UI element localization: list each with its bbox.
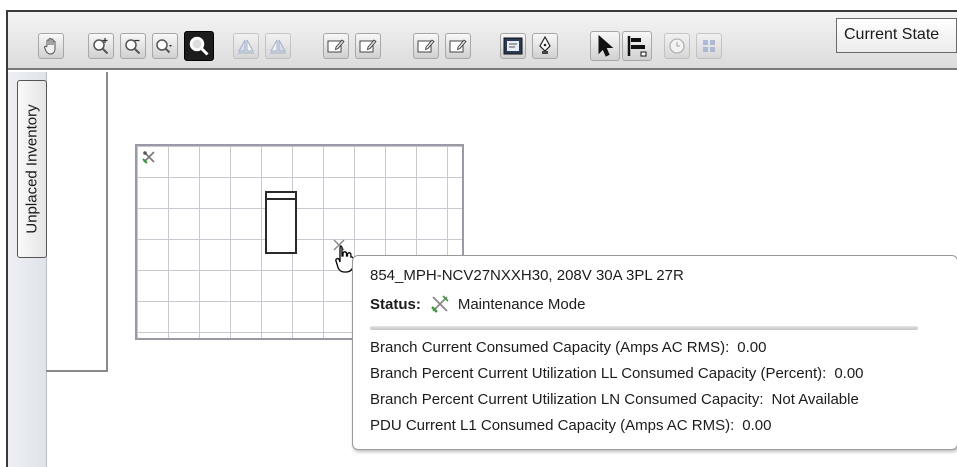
status-label: Status: — [370, 295, 421, 313]
maintenance-icon[interactable] — [142, 150, 156, 164]
zoom-out-icon[interactable] — [120, 33, 146, 59]
zoom-dropdown-icon[interactable] — [152, 33, 178, 59]
maintenance-mode-icon — [430, 295, 449, 313]
view-state-select[interactable]: Current State — [836, 18, 957, 53]
metric-label: Branch Current Consumed Capacity (Amps A… — [370, 339, 730, 356]
metric-label: Branch Percent Current Utilization LL Co… — [370, 365, 827, 382]
metric-row: Branch Current Consumed Capacity (Amps A… — [370, 339, 767, 356]
clock-icon[interactable] — [664, 33, 690, 59]
metric-label: Branch Percent Current Utilization LN Co… — [370, 391, 764, 408]
note-edit-icon[interactable] — [445, 33, 471, 59]
grid-icon[interactable] — [696, 33, 722, 59]
tooltip-title: 854_MPH-NCV27NXXH30, 208V 30A 3PL 27R — [370, 267, 684, 284]
floor-plan-window: Current State Unplaced Inventory 854_MPH… — [0, 0, 957, 467]
pdu-tooltip: 854_MPH-NCV27NXXH30, 208V 30A 3PL 27R St… — [352, 255, 957, 450]
metric-row: Branch Percent Current Utilization LL Co… — [370, 365, 864, 382]
tooltip-divider — [370, 326, 918, 330]
rack-top-line — [267, 198, 295, 200]
metric-value: Not Available — [771, 391, 859, 408]
toolbar — [8, 12, 957, 70]
unplaced-inventory-label: Unplaced Inventory — [23, 104, 41, 234]
hand-icon[interactable] — [38, 33, 64, 59]
pen-icon[interactable] — [532, 33, 558, 59]
metric-row: PDU Current L1 Consumed Capacity (Amps A… — [370, 417, 772, 434]
align-icon[interactable] — [622, 31, 652, 61]
unplaced-inventory-tab[interactable]: Unplaced Inventory — [17, 80, 47, 258]
rack[interactable] — [265, 191, 297, 254]
tooltip-status: Status: Maintenance Mode — [370, 294, 585, 314]
magnifier-icon[interactable] — [184, 31, 214, 61]
view-state-value: Current State — [844, 26, 940, 43]
flip-v-icon[interactable] — [265, 33, 291, 59]
panel-divider-vertical — [106, 72, 108, 372]
note-edit-icon[interactable] — [355, 33, 381, 59]
metric-value: 0.00 — [834, 365, 864, 382]
metric-value: 0.00 — [737, 339, 767, 356]
metric-value: 0.00 — [742, 417, 772, 434]
metric-label: PDU Current L1 Consumed Capacity (Amps A… — [370, 417, 735, 434]
flip-h-icon[interactable] — [233, 33, 259, 59]
arrow-cursor-icon[interactable] — [590, 31, 620, 61]
note-edit-icon[interactable] — [323, 33, 349, 59]
metric-row: Branch Percent Current Utilization LN Co… — [370, 391, 859, 408]
properties-icon[interactable] — [500, 33, 526, 59]
status-value: Maintenance Mode — [457, 295, 586, 313]
panel-divider-horizontal — [46, 370, 108, 372]
zoom-in-icon[interactable] — [88, 33, 114, 59]
note-edit-icon[interactable] — [413, 33, 439, 59]
